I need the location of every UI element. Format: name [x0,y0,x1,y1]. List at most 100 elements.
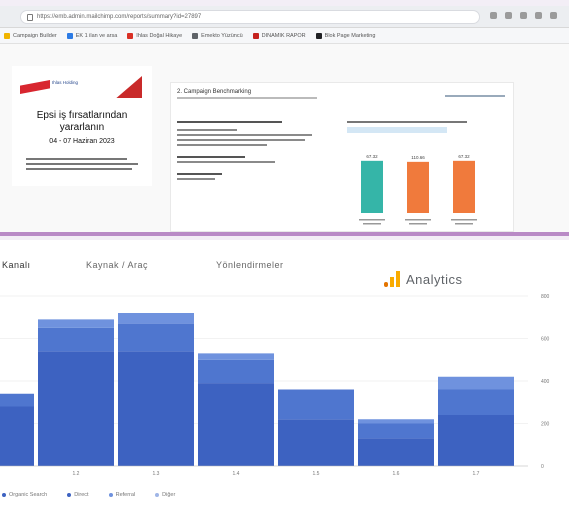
bookmark-label: Emekto Yüzüncü [201,32,243,39]
bookmark-item[interactable]: Emekto Yüzüncü [192,32,243,39]
bookmark-favicon-icon [4,32,10,39]
legend-label: Organic Search [9,492,48,498]
card-title: 2. Campaign Benchmarking [177,89,252,95]
document-title: Epsi iş fırsatlarından yararlanın [36,110,128,133]
chart-bar-segment[interactable] [0,406,34,467]
benchmark-category-label [451,219,477,221]
event-document: Ihlas Holding Epsi iş fırsatlarından yar… [12,66,152,186]
y-tick-label: 800 [541,294,550,300]
legend-label: Direct [74,492,89,498]
benchmark-category-label [455,223,473,225]
browser-window: https://emb.admin.mailchimp.com/reports/… [0,6,569,236]
chart-bar-segment[interactable] [118,351,194,466]
screen-frame: https://emb.admin.mailchimp.com/reports/… [0,0,569,505]
legend-item[interactable]: Diğer [155,492,175,498]
x-tick-label: 1.4 [233,471,240,477]
bookmarks-bar: Campaign Builder EK 1 ilan ve arsa Ihlas D… [0,28,569,44]
chart-bar-segment[interactable] [278,419,354,466]
benchmark-category-label [359,219,385,221]
address-text: https://emb.admin.mailchimp.com/reports/… [37,14,202,20]
legend-item[interactable]: Referral [108,492,136,498]
company-logo-text: Ihlas Holding [52,80,79,85]
browser-toolbar: https://emb.admin.mailchimp.com/reports/… [0,6,569,28]
x-tick-label: 1.5 [313,471,320,477]
benchmark-bar [453,160,475,213]
company-logo-mark [20,80,50,94]
y-tick-label: 400 [541,379,550,385]
bookmark-item[interactable]: Blok Page Marketing [315,32,375,39]
legend-label: Diğer [162,492,176,498]
toolbar-icons [490,12,557,19]
benchmark-bars: 67.32 110.66 67.32 [359,154,477,225]
chart-bar-segment[interactable] [438,389,514,416]
bookmark-item[interactable]: Campaign Builder [4,32,57,39]
bookmark-item[interactable]: EK 1 ilan ve arsa [66,32,118,39]
chart-bar-segment[interactable] [438,376,514,390]
card-subtitle [177,97,317,99]
y-tick-label: 200 [541,422,550,428]
benchmark-category-label [409,223,427,225]
bookmark-label: DINAMIK RAPOR [261,32,306,39]
legend-item[interactable]: Direct [67,492,89,498]
benchmark-chart-title [347,121,467,123]
star-icon[interactable] [505,12,512,19]
bookmark-favicon-icon [315,32,322,39]
benchmark-bar [361,160,383,213]
analytics-tabs: Kanalı Kaynak / Araç Yönlendirmeler Anal… [0,254,569,287]
tab-referrals[interactable]: Yönlendirmeler [216,260,284,270]
bookmark-favicon-icon [127,32,134,39]
y-tick-label: 600 [541,337,550,343]
chart-bar-segment[interactable] [358,419,434,424]
chart-bar-segment[interactable] [38,319,114,328]
chart-bar-segment[interactable] [198,383,274,466]
legend-label: Referral [115,492,136,498]
benchmark-bar-label: 67.32 [366,154,378,159]
chart-bar-segment[interactable] [118,323,194,352]
share-icon[interactable] [490,12,497,19]
menu-icon[interactable] [550,12,557,19]
bookmark-favicon-icon [192,32,199,39]
benchmark-category-label [363,223,381,225]
analytics-panel: Kanalı Kaynak / Araç Yönlendirmeler Anal… [0,240,569,505]
legend-swatch-icon [2,493,6,497]
benchmark-chart-legend [347,127,447,133]
extensions-icon[interactable] [520,12,527,19]
document-date: 04 - 07 Haziran 2023 [49,138,115,145]
chart-bar-segment[interactable] [358,438,434,466]
bookmark-item[interactable]: Ihlas Doğal Hikaye [127,32,183,39]
chart-bar-segment[interactable] [278,389,354,420]
corner-logo [116,76,142,98]
chart-bar-segment[interactable] [38,351,114,466]
profile-icon[interactable] [535,12,542,19]
y-tick-label: 0 [541,464,544,470]
bookmark-item[interactable]: DINAMIK RAPOR [252,32,306,39]
x-tick-label: 1.3 [153,471,160,477]
traffic-bar-chart: 80060040020001.11.21.31.41.51.61.7 [0,294,550,477]
chart-bar-segment[interactable] [118,313,194,324]
legend-swatch-icon [155,493,160,497]
chart-legend: Organic Search Direct Referral Diğer [0,489,175,501]
legend-item[interactable]: Organic Search [2,492,47,498]
campaign-details [177,121,327,183]
chart-bar-segment[interactable] [38,327,114,352]
chart-bar-segment[interactable] [198,353,274,360]
benchmark-category-label [405,219,431,221]
tab-source-medium[interactable]: Kaynak / Araç [86,260,148,270]
lock-icon [27,14,33,21]
card-link[interactable] [445,95,505,97]
campaign-benchmark-card: 2. Campaign Benchmarking 67.32 110.66 67… [170,82,514,232]
bookmark-label: Ihlas Doğal Hikaye [136,32,183,39]
tab-channel[interactable]: Kanalı [2,260,31,270]
chart-bar-segment[interactable] [198,359,274,384]
document-body-text [26,158,138,173]
benchmark-chart: 67.32 110.66 67.32 [347,121,497,231]
benchmark-bar [407,161,429,213]
address-bar[interactable]: https://emb.admin.mailchimp.com/reports/… [20,10,480,24]
bookmark-favicon-icon [66,32,73,39]
chart-bar-segment[interactable] [438,415,514,466]
bookmark-label: EK 1 ilan ve arsa [75,32,118,39]
bookmark-favicon-icon [252,32,259,39]
chart-bar-segment[interactable] [358,423,434,439]
chart-bar-segment[interactable] [0,393,34,407]
bookmark-label: Campaign Builder [13,32,57,39]
